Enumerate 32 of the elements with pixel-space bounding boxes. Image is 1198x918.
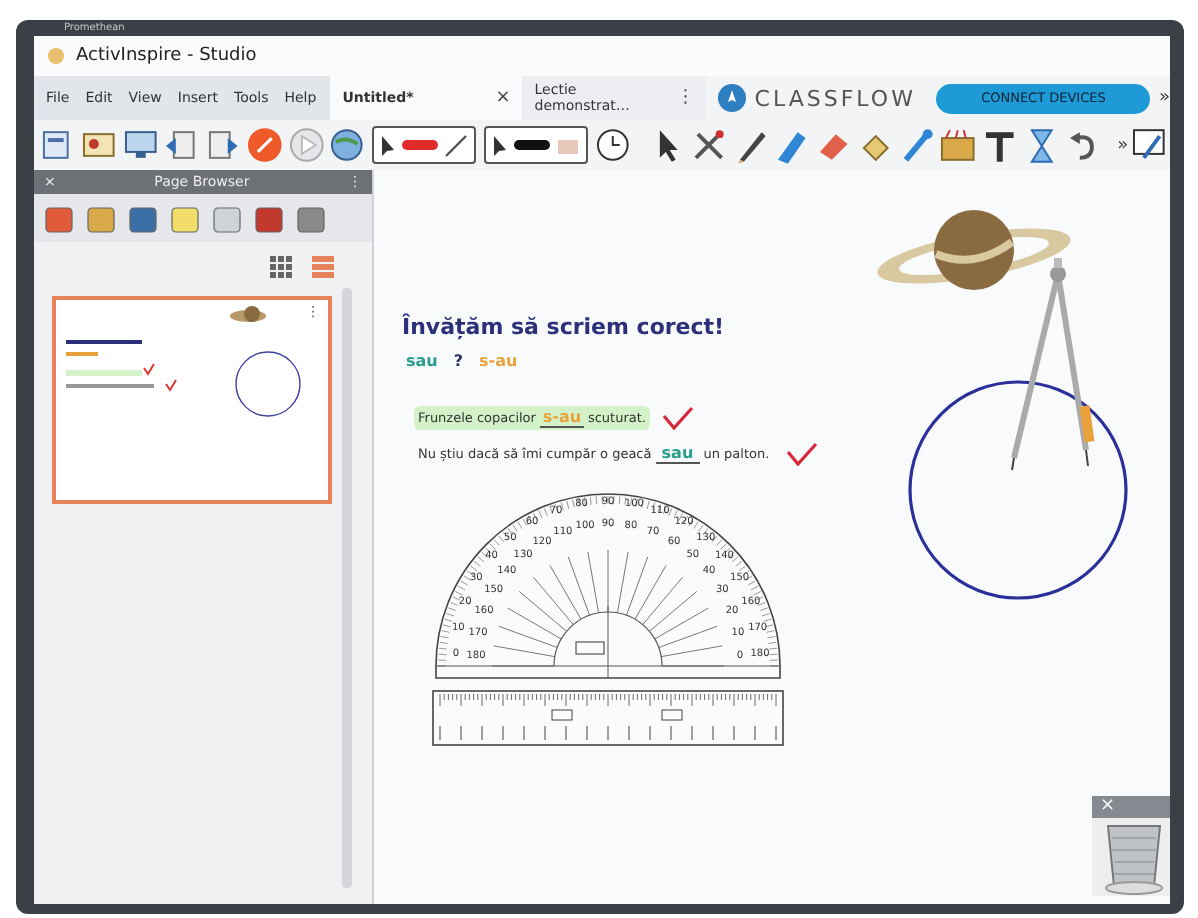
monitor-icon[interactable] [121,126,159,164]
answer-blank: s-au [539,408,584,428]
globe-icon[interactable] [328,126,367,164]
more-button[interactable]: » [1117,135,1129,155]
line-icon[interactable] [442,131,471,159]
lesson-title: Învățăm să scriem corect! [402,314,725,340]
close-icon[interactable]: × [495,88,511,108]
classflow-logo: CLASSFLOW [754,85,916,111]
arrow-left-icon[interactable] [162,126,201,164]
rocket-icon [718,84,747,112]
pointer-icon[interactable] [490,133,511,157]
app-icon [46,46,66,66]
arrow-right-icon[interactable] [204,126,242,164]
menu-icon[interactable]: ⋮ [676,88,695,108]
board-icon[interactable] [1132,126,1170,164]
grid-view-icon[interactable] [268,254,294,280]
pen-circle-icon[interactable] [245,126,284,164]
answer-option: s-au [479,352,518,370]
more-button[interactable]: » [1158,88,1170,108]
answer-option: ? [453,352,463,370]
highlighter-preset[interactable] [484,126,589,164]
pen-color-swatch[interactable] [514,140,551,150]
pen-preset[interactable] [372,126,477,164]
clock-icon[interactable] [594,126,633,164]
text-icon[interactable] [980,126,1019,164]
answer-blank: sau [655,444,700,464]
window-title: ActivInspire - Studio [76,46,257,66]
scrollbar[interactable] [342,288,352,888]
pen-color-swatch[interactable] [402,140,439,150]
answer-option: sau [406,352,438,370]
folder-icon[interactable] [938,126,977,164]
pointer-icon[interactable] [378,133,399,157]
